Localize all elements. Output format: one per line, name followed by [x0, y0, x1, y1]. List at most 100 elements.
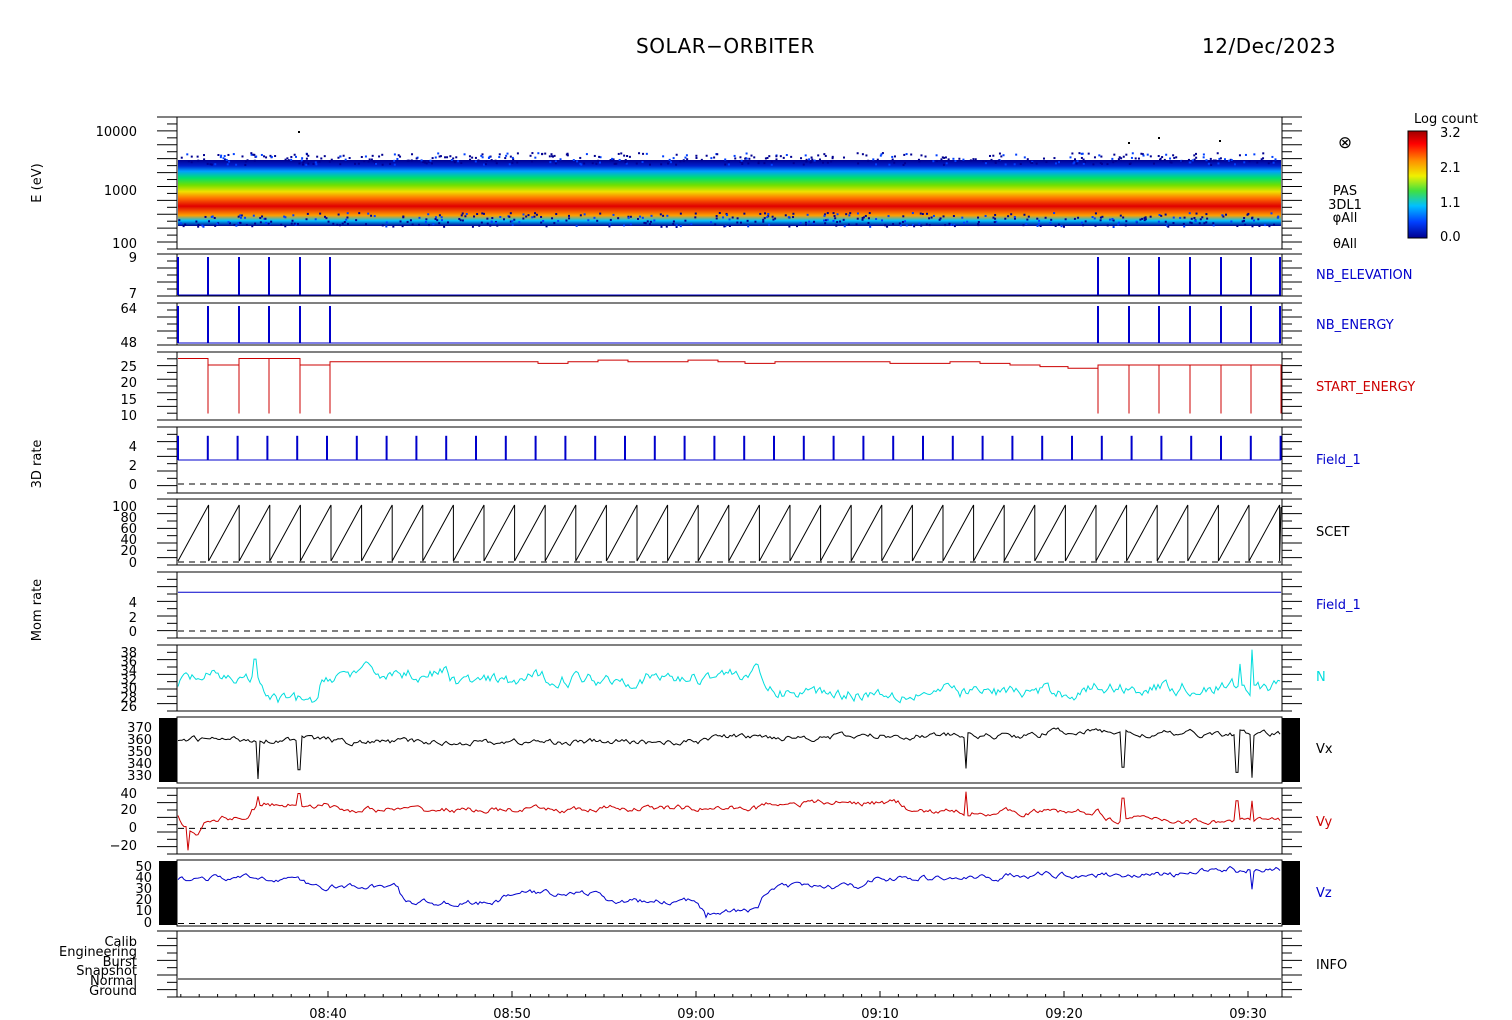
spectrogram-pixel	[727, 163, 730, 166]
spectrogram-pixel	[952, 215, 955, 218]
spectrogram-pixel	[675, 163, 678, 166]
spectrogram-pixel	[461, 219, 464, 222]
spectrogram-pixel	[534, 156, 537, 159]
spectrogram-pixel	[893, 161, 896, 164]
spectrogram-pixel	[1099, 219, 1102, 222]
spectrogram-pixel	[363, 160, 366, 163]
spectrogram-pixel	[1137, 157, 1140, 160]
scet-trace	[177, 504, 1282, 563]
spectrogram-pixel	[260, 153, 263, 156]
spectrogram-pixel	[1223, 158, 1226, 161]
info-label: INFO	[1316, 958, 1347, 973]
nb-energy-ytick-64: 64	[120, 302, 137, 317]
spectrogram-pixel	[1004, 217, 1007, 220]
colorbar-tick-max: 3.2	[1440, 126, 1461, 141]
spectrogram-pixel	[506, 152, 509, 155]
spectrogram-pixel	[627, 216, 630, 219]
spectrogram-pixel	[994, 213, 997, 216]
spectrogram-pixel	[511, 156, 514, 159]
spectrogram-pixel	[596, 219, 599, 222]
spectrogram-pixel	[1187, 158, 1190, 161]
spectrogram-pixel	[511, 220, 514, 223]
spectrogram-pixel	[358, 212, 361, 215]
spectrogram-pixel	[1172, 216, 1175, 219]
spectrogram-pixel	[624, 161, 627, 164]
spectrogram-pixel	[319, 212, 322, 215]
spectrogram-pixel	[1202, 156, 1205, 159]
spectrogram-pixel	[1111, 157, 1114, 160]
field-1-mom-label: Field_1	[1316, 598, 1361, 613]
spectrogram-pixel	[209, 163, 212, 166]
spectrogram-pixel	[872, 158, 875, 161]
spectrogram-pixel	[645, 152, 648, 155]
spectrogram-pixel	[813, 159, 816, 162]
spectrogram-pixel	[427, 213, 430, 216]
spectrogram-pixel	[808, 158, 811, 161]
spectrogram-pixel	[476, 213, 479, 216]
spectrogram-pixel	[898, 222, 901, 225]
spectrogram-pixel	[463, 153, 466, 156]
scet-ytick-0: 0	[129, 556, 137, 571]
spectrogram-pixel	[598, 155, 601, 158]
spectrogram-pixel	[598, 161, 601, 164]
spectrogram-pixel	[438, 214, 441, 217]
spectrogram-pixel	[1031, 161, 1034, 164]
spectrogram-pixel	[810, 156, 813, 159]
spectrogram-pixel	[1243, 217, 1246, 220]
spectrogram-pixel	[1139, 218, 1142, 221]
spectrogram-pixel	[679, 225, 682, 228]
spectrogram-pixel	[522, 213, 525, 216]
spectrogram-pixel	[685, 154, 688, 157]
spectrogram-pixel	[668, 158, 671, 161]
spectrogram-pixel	[1206, 217, 1209, 220]
spectrogram-ylabel: E (eV)	[30, 163, 45, 202]
spectrogram-pixel	[338, 224, 341, 227]
time-tick-0850: 08:50	[493, 1007, 530, 1020]
spectrogram-pixel	[1212, 159, 1215, 162]
spectrogram-pixel	[823, 153, 826, 156]
spectrogram-pixel	[401, 225, 404, 228]
spectrogram-pixel	[1201, 216, 1204, 219]
spectrogram-pixel	[609, 218, 612, 221]
spectrogram-pixel	[888, 163, 891, 166]
spectrogram-pixel	[1188, 212, 1191, 215]
field-1-mom-ytick-4: 4	[129, 596, 137, 611]
spectrogram-pixel	[881, 219, 884, 222]
spectrogram-pixel	[187, 160, 190, 163]
spectrogram-pixel	[254, 222, 257, 225]
spectrogram-pixel	[977, 224, 980, 227]
spectrogram-pixel	[1062, 225, 1065, 228]
spectrogram-pixel	[770, 163, 773, 166]
spectrogram-symbol: ⊗	[1338, 133, 1352, 153]
spectrogram-pixel	[722, 216, 725, 219]
spectrogram-pixel	[826, 212, 829, 215]
spectrogram-pixel	[679, 160, 682, 163]
spectrogram-pixel	[537, 152, 540, 155]
spectrogram-pixel	[875, 163, 878, 166]
spectrogram-pixel	[839, 220, 842, 223]
spectrogram-pixel	[434, 216, 437, 219]
spectrogram-pixel	[469, 158, 472, 161]
spectrogram-pixel	[1252, 219, 1255, 222]
spectrogram-pixel	[464, 215, 467, 218]
spectrogram-pixel	[293, 153, 296, 156]
spectrogram-pixel	[966, 220, 969, 223]
spectrogram-pixel	[694, 212, 697, 215]
spectrogram-pixel	[1083, 161, 1086, 164]
spectrogram-pixel	[675, 224, 678, 227]
spectrogram-pixel	[367, 212, 370, 215]
spectrogram-pixel	[599, 212, 602, 215]
spectrogram-pixel	[887, 215, 890, 218]
spectrogram-pixel	[1169, 157, 1172, 160]
spectrogram-pixel	[1081, 152, 1084, 155]
spectrogram-pixel	[323, 155, 326, 158]
spectrogram-pixel	[566, 152, 569, 155]
spectrogram-pixel	[373, 215, 376, 218]
spectrogram-label-pas: PAS	[1333, 184, 1357, 199]
spectrogram-pixel	[325, 217, 328, 220]
spectrogram-pixel	[1013, 216, 1016, 219]
spectrogram-pixel	[1158, 137, 1160, 139]
spectrogram-pixel	[763, 217, 766, 220]
spectrogram-pixel	[638, 152, 641, 155]
spectrogram-pixel	[941, 156, 944, 159]
